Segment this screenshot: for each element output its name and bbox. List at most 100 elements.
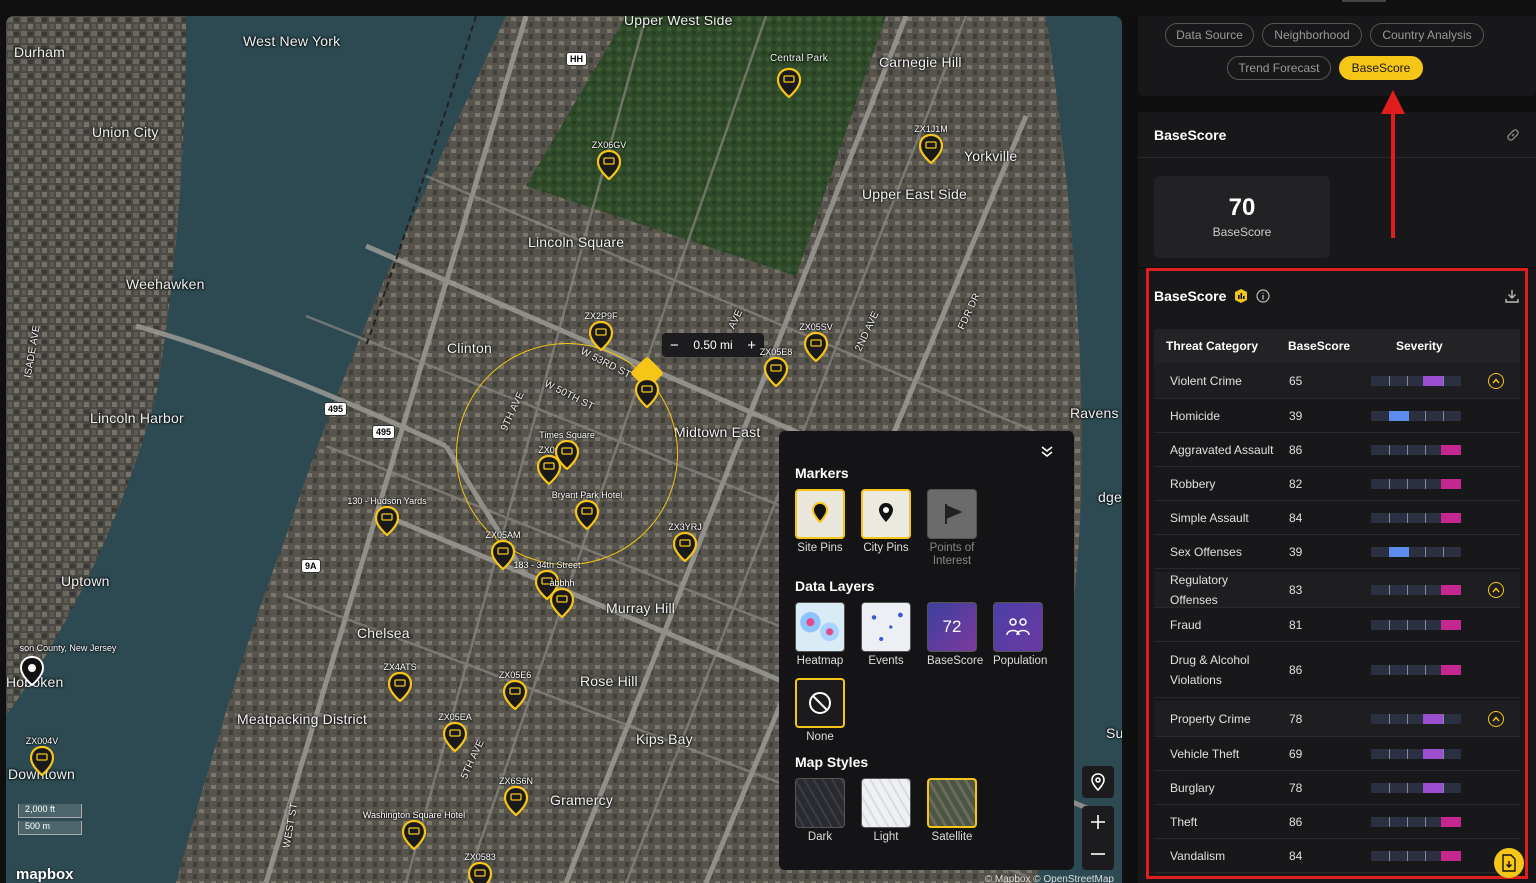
site-pin[interactable] (803, 331, 829, 363)
location-pin-icon (1091, 773, 1105, 791)
zoom-out-button[interactable] (1090, 838, 1106, 870)
site-pin-label: ZX1J1M (914, 124, 948, 134)
population-option[interactable]: Population (993, 602, 1047, 668)
site-pin[interactable] (549, 587, 575, 619)
site-pin-label: ZX05E6 (498, 670, 532, 680)
site-pin-icon (467, 861, 493, 883)
city-pin-label: son County, New Jersey (19, 643, 117, 653)
site-pin-label: ZX4ATS (383, 662, 417, 672)
zoom-in-button[interactable] (1090, 806, 1106, 838)
site-pin[interactable] (442, 721, 468, 753)
site-pin-label: ZX05AM (485, 530, 521, 540)
heatmap-label: Heatmap (796, 655, 844, 667)
site-pin[interactable] (776, 67, 802, 99)
site-pin-icon (918, 133, 944, 165)
basescore-layer-label: BaseScore (927, 655, 984, 667)
map-label: Upper West Side (624, 16, 733, 28)
site-pin[interactable] (588, 320, 614, 352)
site-pin-icon (803, 331, 829, 363)
tab-basescore[interactable]: BaseScore (1339, 56, 1423, 80)
site-pin[interactable] (502, 679, 528, 711)
locate-button[interactable] (1082, 766, 1114, 798)
site-pin[interactable] (490, 539, 516, 571)
people-icon (1006, 618, 1030, 636)
site-pin[interactable] (763, 356, 789, 388)
points-of-interest-option[interactable]: Points of Interest (927, 489, 977, 568)
site-pin[interactable] (467, 861, 493, 883)
site-pin-icon (549, 587, 575, 619)
site-pin[interactable] (574, 499, 600, 531)
site-pin[interactable] (672, 531, 698, 563)
site-pin-icon (374, 505, 400, 537)
radius-decrease-button[interactable]: − (670, 337, 679, 354)
satellite-style-thumb (927, 778, 977, 828)
map-label: Gramercy (550, 792, 614, 808)
site-pin[interactable] (596, 149, 622, 181)
tab-country-analysis[interactable]: Country Analysis (1370, 23, 1484, 47)
population-thumb (993, 602, 1043, 652)
basescore-value: 70 (1228, 194, 1256, 221)
none-layer-option[interactable]: None (795, 678, 845, 744)
site-pin[interactable] (634, 377, 660, 409)
plus-icon (1091, 815, 1105, 829)
map-label: Murray Hill (606, 600, 676, 616)
none-thumb (795, 678, 845, 728)
map-label: Rose Hill (580, 673, 638, 689)
basescore-summary-card: BaseScore 70 BaseScore (1138, 112, 1536, 267)
mapbox-logo[interactable]: mapbox (16, 866, 74, 883)
map-layers-panel: Markers Site Pins City Pins Points of In… (779, 431, 1074, 870)
collapse-panel-button[interactable] (1040, 445, 1054, 463)
site-pin[interactable] (918, 133, 944, 165)
chevrons-down-icon (1041, 446, 1053, 457)
map-label: West New York (243, 33, 341, 49)
map-label: Upper East Side (862, 186, 967, 202)
heatmap-thumb (795, 602, 845, 652)
basescore-overall: 70 BaseScore (1154, 176, 1330, 258)
map-label: Lincoln Square (528, 234, 625, 250)
dark-style-label: Dark (807, 831, 833, 843)
site-pins-option[interactable]: Site Pins (795, 489, 845, 568)
radius-increase-button[interactable]: + (747, 337, 756, 354)
events-option[interactable]: Events (861, 602, 911, 668)
map-attribution[interactable]: © Mapbox © OpenStreetMap (985, 874, 1114, 883)
site-pin[interactable] (387, 671, 413, 703)
light-style-option[interactable]: Light (861, 778, 911, 844)
site-pin-icon (29, 745, 55, 777)
tab-trend-forecast[interactable]: Trend Forecast (1227, 56, 1331, 80)
basescore-layer-option[interactable]: 72 BaseScore (927, 602, 984, 668)
map-label: Durham (14, 44, 65, 60)
export-report-button[interactable] (1494, 848, 1524, 878)
dark-style-option[interactable]: Dark (795, 778, 845, 844)
heatmap-option[interactable]: Heatmap (795, 602, 845, 668)
map-label: Weehawken (126, 276, 205, 292)
site-pin-icon (574, 499, 600, 531)
map-label: Ravens (1070, 405, 1119, 421)
tab-data-source[interactable]: Data Source (1165, 23, 1254, 47)
link-icon[interactable] (1506, 128, 1520, 142)
site-pin-icon (554, 439, 580, 471)
city-pins-option[interactable]: City Pins (861, 489, 911, 568)
map-pin-icon (879, 503, 893, 522)
highway-shield: 9A (301, 559, 321, 573)
satellite-style-option[interactable]: Satellite (927, 778, 977, 844)
drag-handle-bar[interactable] (1342, 0, 1386, 2)
site-pins-thumb (795, 489, 845, 539)
basescore-thumb: 72 (927, 602, 977, 652)
highway-shield: 495 (372, 425, 396, 439)
zoom-controls (1082, 806, 1114, 870)
basescore-summary-title: BaseScore (1154, 126, 1227, 143)
site-pin[interactable] (29, 745, 55, 777)
site-pin-label: ZX05SV (799, 322, 833, 332)
annotation-highlight-box (1146, 268, 1528, 879)
site-pin[interactable] (401, 819, 427, 851)
top-bar (0, 0, 1536, 16)
light-style-label: Light (873, 831, 899, 843)
city-pin[interactable] (19, 655, 45, 687)
tab-neighborhood[interactable]: Neighborhood (1262, 23, 1362, 47)
site-pin[interactable] (374, 505, 400, 537)
site-pin-icon (588, 320, 614, 352)
map-label: Su (1106, 725, 1122, 741)
site-pin[interactable] (503, 785, 529, 817)
site-pin-icon (672, 531, 698, 563)
site-pin[interactable] (554, 439, 580, 471)
